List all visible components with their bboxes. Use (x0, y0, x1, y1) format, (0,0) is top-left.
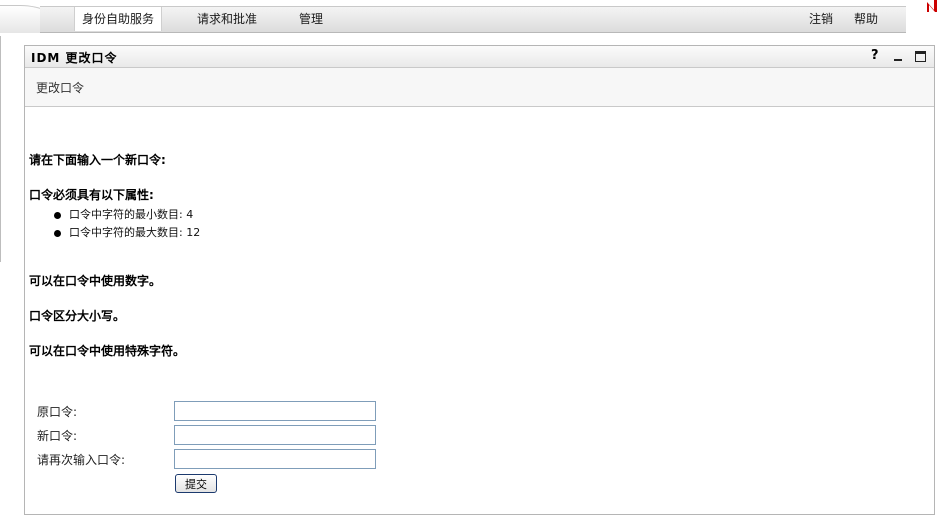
portlet-title-bar: IDM 更改口令 ? (25, 46, 934, 68)
new-password-field[interactable] (174, 425, 376, 445)
tab-self-service[interactable]: 身份自助服务 (74, 7, 163, 31)
tab-requests-approvals[interactable]: 请求和批准 (197, 7, 257, 31)
minimize-icon[interactable] (894, 49, 902, 63)
portlet-title: IDM 更改口令 (31, 51, 118, 65)
note-case-sensitive: 口令区分大小写。 (29, 309, 126, 323)
submit-button[interactable]: 提交 (175, 474, 217, 493)
help-icon[interactable]: ? (871, 49, 879, 63)
breadcrumb: 更改口令 (36, 81, 85, 95)
rule-min-length: 口令中字符的最小数目: 4 (69, 208, 194, 221)
confirm-password-field[interactable] (174, 449, 376, 469)
brand-logo-icon (927, 0, 937, 12)
old-password-field[interactable] (174, 401, 376, 421)
help-link[interactable]: 帮助 (854, 7, 878, 31)
bullet-icon (54, 212, 61, 219)
maximize-icon[interactable] (915, 51, 926, 62)
bullet-icon (54, 230, 61, 237)
password-prompt: 请在下面输入一个新口令: (29, 153, 166, 167)
confirm-password-label: 请再次输入口令: (37, 453, 126, 467)
change-password-portlet: IDM 更改口令 ? 更改口令 请在下面输入一个新口令: 口令必须具有以下属性:… (24, 45, 935, 515)
list-item: 口令中字符的最小数目: 4 (53, 206, 200, 224)
logout-link[interactable]: 注销 (809, 7, 833, 31)
top-navigation-bar: 身份自助服务 请求和批准 管理 注销 帮助 (0, 0, 937, 33)
nav-band (40, 6, 906, 33)
breadcrumb-bar: 更改口令 (25, 68, 934, 107)
tab-administration[interactable]: 管理 (299, 7, 323, 31)
left-divider (0, 36, 1, 262)
old-password-label: 原口令: (37, 405, 78, 419)
list-item: 口令中字符的最大数目: 12 (53, 224, 200, 242)
note-special-chars: 可以在口令中使用特殊字符。 (29, 344, 186, 358)
rules-heading: 口令必须具有以下属性: (29, 188, 154, 202)
rule-max-length: 口令中字符的最大数目: 12 (69, 226, 201, 239)
password-rules-list: 口令中字符的最小数目: 4 口令中字符的最大数目: 12 (53, 206, 200, 242)
new-password-label: 新口令: (37, 429, 78, 443)
note-digits: 可以在口令中使用数字。 (29, 274, 162, 288)
